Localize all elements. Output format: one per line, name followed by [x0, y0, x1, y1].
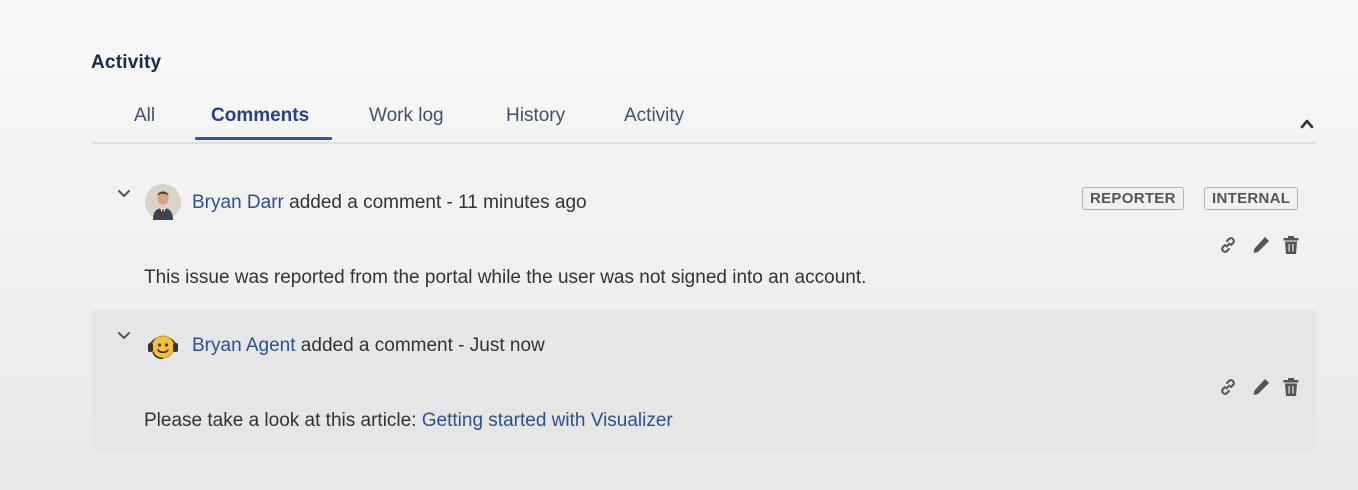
activity-tabs: All Comments Work log History Activity	[92, 100, 1316, 144]
article-link[interactable]: Getting started with Visualizer	[422, 410, 673, 431]
reporter-badge: REPORTER	[1082, 187, 1184, 210]
comment-header: Bryan Agent added a comment - Just now	[192, 335, 545, 357]
comment-body: This issue was reported from the portal …	[144, 267, 867, 288]
active-tab-indicator	[195, 137, 332, 140]
link-icon[interactable]	[1216, 233, 1240, 257]
comment-item: Bryan Darr added a comment - 11 minutes …	[92, 165, 1316, 305]
comment-header: Bryan Darr added a comment - 11 minutes …	[192, 192, 587, 214]
comment-body-text: Please take a look at this article:	[144, 410, 422, 431]
chevron-down-icon[interactable]	[116, 328, 132, 344]
internal-badge: INTERNAL	[1204, 187, 1299, 210]
agent-avatar[interactable]	[145, 327, 181, 363]
chevron-down-icon[interactable]	[116, 186, 132, 202]
activity-section: Activity All Comments Work log History A…	[0, 0, 1358, 490]
caret-up-icon[interactable]	[1299, 116, 1315, 132]
author-link[interactable]: Bryan Darr	[192, 192, 284, 213]
tab-activity[interactable]: Activity	[624, 105, 684, 127]
tab-work-log[interactable]: Work log	[369, 105, 444, 127]
comment-meta: added a comment - Just now	[295, 335, 545, 356]
section-title: Activity	[91, 52, 162, 73]
author-link[interactable]: Bryan Agent	[192, 335, 296, 356]
edit-icon[interactable]	[1249, 375, 1273, 399]
comment-body: Please take a look at this article: Gett…	[144, 410, 673, 432]
delete-icon[interactable]	[1279, 233, 1303, 257]
comment-item: Bryan Agent added a comment - Just now P…	[92, 310, 1316, 450]
edit-icon[interactable]	[1249, 233, 1273, 257]
comment-actions	[1216, 233, 1302, 257]
comment-meta: added a comment - 11 minutes ago	[283, 192, 587, 213]
comment-actions	[1216, 375, 1302, 399]
tab-comments[interactable]: Comments	[211, 105, 309, 127]
user-avatar[interactable]	[145, 184, 181, 220]
tab-history[interactable]: History	[506, 105, 565, 127]
delete-icon[interactable]	[1279, 375, 1303, 399]
link-icon[interactable]	[1216, 375, 1240, 399]
tab-all[interactable]: All	[134, 105, 155, 127]
